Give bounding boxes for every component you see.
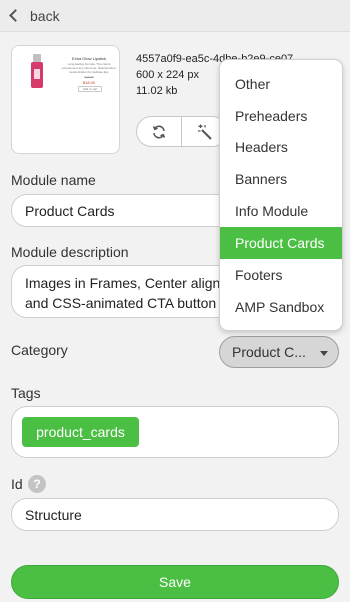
- category-label: Category: [11, 342, 68, 358]
- save-button[interactable]: Save: [11, 565, 339, 599]
- id-value: Structure: [25, 507, 82, 523]
- module-thumbnail[interactable]: Extra Glow Lipstick Long-lasting formula…: [11, 45, 120, 154]
- dropdown-option-amp-sandbox[interactable]: AMP Sandbox: [220, 291, 342, 323]
- chevron-left-icon[interactable]: [9, 9, 22, 22]
- dropdown-option-other[interactable]: Other: [220, 68, 342, 100]
- id-input[interactable]: Structure: [11, 498, 339, 531]
- module-description-label: Module description: [11, 244, 129, 260]
- refresh-icon: [152, 125, 166, 138]
- category-select[interactable]: Product C...: [219, 336, 339, 368]
- dropdown-option-info-module[interactable]: Info Module: [220, 195, 342, 227]
- dropdown-option-preheaders[interactable]: Preheaders: [220, 100, 342, 132]
- refresh-button[interactable]: [137, 117, 182, 146]
- dropdown-option-banners[interactable]: Banners: [220, 163, 342, 195]
- image-tools: [136, 116, 228, 147]
- help-icon[interactable]: ?: [28, 475, 46, 493]
- caret-down-icon: [320, 351, 328, 356]
- tag-chip[interactable]: product_cards: [22, 417, 139, 447]
- back-button[interactable]: back: [30, 8, 60, 24]
- thumbnail-title: Extra Glow Lipstick: [71, 56, 106, 61]
- thumbnail-price: $18.00: [82, 80, 96, 85]
- thumbnail-cta: Add to cart: [78, 86, 102, 92]
- dropdown-option-footers[interactable]: Footers: [220, 259, 342, 291]
- thumbnail-description: Long-lasting formula. The colors complem…: [61, 62, 117, 74]
- thumbnail-old-price: $24.00: [84, 75, 94, 79]
- lipstick-image: [29, 54, 45, 88]
- dropdown-option-product-cards[interactable]: Product Cards: [220, 227, 342, 259]
- file-dimensions: 600 x 224 px: [136, 69, 199, 81]
- tags-label: Tags: [11, 385, 41, 401]
- module-name-label: Module name: [11, 172, 96, 188]
- magic-wand-icon: [197, 124, 212, 140]
- file-size: 11.02 kb: [136, 85, 178, 97]
- category-value: Product C...: [232, 344, 306, 360]
- top-bar: back: [0, 0, 350, 32]
- category-dropdown-menu: Other Preheaders Headers Banners Info Mo…: [219, 59, 343, 331]
- id-label: Id: [11, 476, 23, 492]
- dropdown-option-headers[interactable]: Headers: [220, 131, 342, 163]
